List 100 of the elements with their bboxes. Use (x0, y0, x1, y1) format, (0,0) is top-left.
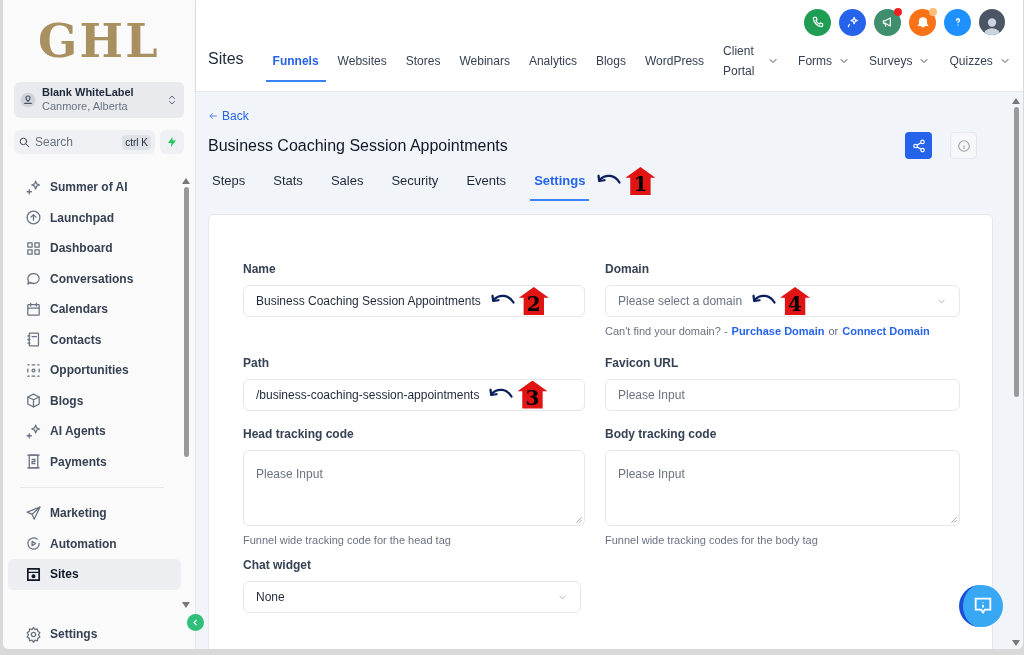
scrollbar-thumb[interactable] (183, 187, 189, 457)
avatar[interactable] (979, 9, 1005, 35)
resize-handle-icon (949, 514, 957, 523)
nav-tab[interactable]: Webinars (452, 42, 517, 82)
scroll-down-arrow-icon[interactable] (182, 602, 190, 608)
nav-tab[interactable]: WordPress (637, 42, 712, 82)
page-tab[interactable]: Settings (530, 163, 590, 201)
info-icon (956, 138, 971, 153)
input-field[interactable]: Please Input (605, 378, 960, 411)
text-area[interactable]: Please Input (243, 449, 585, 526)
sparkle-icon (845, 15, 860, 29)
search-icon (18, 135, 31, 149)
nav-tab[interactable]: Analytics (521, 42, 584, 82)
shortcut-key: ctrl K (122, 134, 151, 150)
field-label: Name (243, 261, 277, 278)
sidebar-item[interactable]: Sites (8, 559, 181, 590)
page-tab[interactable]: Security (387, 163, 443, 201)
input-field[interactable]: /business-coaching-session-appointments 3 (243, 378, 585, 411)
annotation-marker: 3 (517, 380, 548, 409)
annotation-marker: 2 (518, 287, 549, 315)
sidebar-item[interactable]: Marketing (8, 498, 181, 529)
nav-tab[interactable]: Client Portal (716, 42, 787, 82)
arrow-left-icon (208, 111, 218, 121)
link[interactable]: Connect Domain (842, 323, 930, 340)
search-field[interactable]: Search ctrl K (14, 130, 155, 154)
field-label: Path (243, 354, 270, 372)
scroll-down-arrow-icon[interactable] (1012, 640, 1020, 646)
nav-tab[interactable]: Stores (398, 42, 448, 82)
chat-bubble-icon (25, 270, 42, 288)
browser-icon (25, 565, 42, 583)
notebook-icon (25, 331, 42, 349)
help-button[interactable] (944, 8, 971, 36)
section-title: Sites (208, 49, 244, 69)
share-icon (911, 138, 926, 153)
nav-tab[interactable]: Websites (330, 42, 394, 82)
nav-tab[interactable]: Blogs (588, 42, 633, 82)
nav-tab[interactable]: Surveys (862, 42, 938, 82)
annotation-marker: 1 (625, 167, 656, 195)
account-name: Blank WhiteLabel (42, 86, 135, 100)
sidebar-item[interactable]: AI Agents (8, 416, 181, 447)
location-pin-icon (20, 92, 36, 108)
chat-help-button[interactable] (959, 585, 1003, 627)
account-switcher[interactable]: Blank WhiteLabel Canmore, Alberta (14, 82, 184, 118)
page-tab[interactable]: Events (462, 163, 511, 201)
help-text: Funnel wide tracking codes for the body tag (605, 532, 818, 548)
account-location: Canmore, Alberta (42, 100, 129, 114)
sidebar-item[interactable]: Automation (8, 528, 181, 559)
sidebar-item[interactable]: Contacts (8, 324, 181, 355)
field-label: Domain (605, 261, 650, 278)
resize-handle-icon (574, 514, 582, 523)
select-field[interactable]: Please select a domain 4 (605, 285, 960, 317)
logo: GHL (37, 12, 161, 70)
chevron-left-icon (191, 618, 200, 627)
page-tab[interactable]: Steps (208, 163, 250, 201)
megaphone-button[interactable] (874, 8, 901, 36)
link[interactable]: Purchase Domain (731, 323, 825, 340)
sidebar-item[interactable]: Conversations (8, 263, 181, 294)
input-field[interactable]: Business Coaching Session Appointments 2 (243, 285, 585, 317)
receipt-icon (25, 453, 42, 471)
sidebar-item[interactable]: Dashboard (8, 233, 181, 264)
quick-action-button[interactable] (160, 130, 184, 154)
bell-icon (915, 15, 930, 29)
calendar-icon (25, 300, 42, 318)
field-label: Favicon URL (605, 354, 680, 372)
sidebar-item[interactable]: Payments (8, 446, 181, 477)
sidebar-item[interactable]: Summer of AI (8, 172, 181, 203)
scrollbar-thumb[interactable] (1013, 107, 1019, 397)
field-label: Chat widget (243, 557, 312, 574)
search-placeholder: Search (35, 134, 75, 151)
scroll-up-arrow-icon[interactable] (182, 178, 190, 184)
send-icon (25, 504, 42, 522)
grid-icon (25, 239, 42, 257)
sidebar-item[interactable]: Launchpad (8, 202, 181, 233)
help-text: Funnel wide tracking code for the head tag (243, 532, 451, 548)
cube-icon (25, 392, 42, 410)
bell-button[interactable] (909, 8, 936, 36)
scroll-up-arrow-icon[interactable] (1012, 98, 1020, 104)
nav-tab[interactable]: Funnels (265, 42, 326, 82)
gear-icon (25, 625, 42, 643)
nav-tab[interactable]: Quizzes (942, 42, 1018, 82)
sidebar-item[interactable]: Calendars (8, 294, 181, 325)
sparkle-button[interactable] (839, 8, 866, 36)
sidebar-item[interactable]: Blogs (8, 385, 181, 416)
text-area[interactable]: Please Input (605, 449, 960, 526)
nav-tab[interactable]: Forms (791, 42, 858, 82)
sidebar-item[interactable]: Settings (8, 619, 195, 649)
phone-button[interactable] (804, 8, 831, 36)
select-field[interactable]: None (243, 581, 581, 613)
page-tab[interactable]: Sales (326, 163, 368, 201)
back-link[interactable]: Back (208, 107, 249, 125)
page-tab[interactable]: Stats (269, 163, 307, 201)
chevron-up-down-icon (166, 93, 178, 107)
lightning-icon (166, 136, 178, 148)
sparkle-icon (25, 422, 42, 440)
collapse-button[interactable] (187, 614, 204, 631)
sidebar-item[interactable]: Opportunities (8, 355, 181, 386)
person-silhouette-icon (982, 15, 1002, 35)
share-button[interactable] (905, 132, 932, 159)
phone-icon (810, 15, 825, 29)
help-text: or (828, 324, 839, 339)
